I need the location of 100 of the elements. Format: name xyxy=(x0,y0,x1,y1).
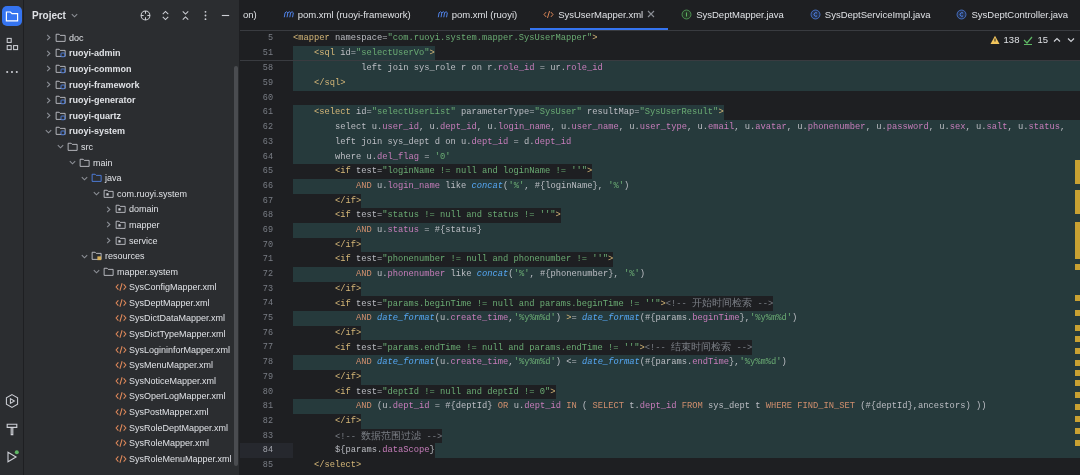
code-line: </sql> xyxy=(313,77,346,91)
code-line: <mapper namespace="com.ruoyi.system.mapper.SysUserMapper"> xyxy=(293,32,598,45)
tree-item[interactable]: mapper.system xyxy=(117,266,179,277)
chevron-down-icon[interactable] xyxy=(92,267,101,277)
editor-tab[interactable]: pom.xml (ruoyi) xyxy=(423,0,531,30)
locate-icon[interactable] xyxy=(140,9,151,21)
tree-item[interactable]: domain xyxy=(129,204,159,215)
xml-file-icon xyxy=(115,452,127,465)
resources-folder-icon xyxy=(91,250,103,263)
package-folder-icon xyxy=(115,234,127,247)
xml-file-icon xyxy=(115,281,127,294)
editor-tab[interactable]: on) xyxy=(240,0,270,30)
tree-item[interactable]: SysPostMapper.xml xyxy=(129,407,209,418)
tree-item[interactable]: resources xyxy=(105,251,145,262)
chevron-right-icon[interactable] xyxy=(44,111,53,121)
tree-item[interactable]: ruoyi-common xyxy=(69,64,132,74)
folder-icon xyxy=(67,140,79,153)
tree-item[interactable]: SysNoticeMapper.xml xyxy=(129,375,217,386)
chevron-right-icon[interactable] xyxy=(44,80,53,90)
warning-count[interactable]: 138 xyxy=(1003,34,1020,45)
class-icon xyxy=(956,8,968,20)
tree-item[interactable]: java xyxy=(105,173,122,184)
line-number: 69 xyxy=(261,223,274,237)
code-line: AND (u.dept_id = #{deptId} OR u.dept_id IN ( SELECT t.dept_id FROM sys_dept t WHERE FIND_IN_SET (#{deptId},ancestors) )) xyxy=(355,400,987,414)
chevron-down-icon[interactable] xyxy=(92,189,101,199)
collapse-all-icon[interactable] xyxy=(180,9,191,21)
xml-file-icon xyxy=(115,374,127,387)
tree-item[interactable]: SysLogininforMapper.xml xyxy=(129,344,231,355)
chevron-right-icon[interactable] xyxy=(104,236,113,245)
line-number: 73 xyxy=(261,282,274,296)
editor-tab[interactable]: SysDeptController.java xyxy=(943,0,1080,30)
line-number: 74 xyxy=(261,297,274,311)
scrollbar[interactable] xyxy=(234,66,238,466)
maven-icon xyxy=(436,8,448,20)
folder-icon xyxy=(79,156,91,169)
line-number: 75 xyxy=(261,312,274,326)
line-number: 67 xyxy=(261,194,274,208)
line-number: 85 xyxy=(261,458,274,472)
chevron-down-icon[interactable] xyxy=(68,158,77,168)
module-folder-icon xyxy=(55,78,67,91)
tree-item[interactable]: SysRoleMenuMapper.xml xyxy=(129,453,232,464)
line-number: 58 xyxy=(261,62,274,76)
folder-icon[interactable] xyxy=(1,6,22,26)
tree-item[interactable]: mapper xyxy=(129,219,160,230)
line-number: 68 xyxy=(261,209,274,223)
line-number: 72 xyxy=(261,268,274,281)
chevron-right-icon[interactable] xyxy=(104,220,113,230)
editor-tab[interactable]: SysDeptMapper.java xyxy=(668,0,797,30)
line-number: 77 xyxy=(261,341,274,355)
tree-item[interactable]: SysRoleDeptMapper.xml xyxy=(129,422,229,433)
tree-item[interactable]: ruoyi-framework xyxy=(69,79,140,90)
line-number: 79 xyxy=(261,370,274,384)
panel-title[interactable]: Project xyxy=(32,9,66,21)
folder-icon xyxy=(103,265,115,278)
editor-tab[interactable]: pom.xml (ruoyi-framework) xyxy=(269,0,424,30)
source-folder-icon xyxy=(91,172,103,185)
tree-item[interactable]: SysOperLogMapper.xml xyxy=(129,391,226,402)
tree-item[interactable]: doc xyxy=(69,32,84,43)
chevron-right-icon[interactable] xyxy=(44,33,53,43)
line-number: 78 xyxy=(261,356,274,370)
close-icon[interactable] xyxy=(647,10,656,18)
tree-item[interactable]: ruoyi-system xyxy=(69,126,126,137)
folder-icon xyxy=(55,31,67,44)
package-folder-icon xyxy=(103,187,115,200)
weak-warning-count[interactable]: 15 xyxy=(1037,34,1048,45)
tree-item[interactable]: SysDeptMapper.xml xyxy=(129,297,210,308)
chevron-right-icon[interactable] xyxy=(44,95,53,105)
tree-item[interactable]: SysMenuMapper.xml xyxy=(129,360,214,371)
tree-item[interactable]: main xyxy=(93,157,113,168)
code-line: AND u.phonenumber like concat('%', #{phonenumber}, '%') xyxy=(355,268,645,281)
code-line: where u.del_flag = '0' xyxy=(334,150,451,164)
module-folder-icon xyxy=(55,63,67,75)
tree-item[interactable]: SysConfigMapper.xml xyxy=(129,282,217,293)
xml-file-icon xyxy=(115,390,127,403)
expand-collapse-icon[interactable] xyxy=(160,9,171,21)
tree-item[interactable]: src xyxy=(81,141,93,152)
chevron-right-icon[interactable] xyxy=(44,64,53,74)
line-number: 66 xyxy=(261,179,274,193)
chevron-down-icon[interactable] xyxy=(56,142,65,152)
tree-item[interactable]: SysDictTypeMapper.xml xyxy=(129,329,226,340)
line-number: 64 xyxy=(261,150,274,164)
tree-item[interactable]: ruoyi-admin xyxy=(69,48,121,59)
line-number: 51 xyxy=(261,46,274,60)
line-number: 65 xyxy=(261,165,274,179)
chevron-right-icon[interactable] xyxy=(44,48,53,58)
editor-tab[interactable]: SysDeptServiceImpl.java xyxy=(796,0,944,30)
tree-item[interactable]: SysDictDataMapper.xml xyxy=(129,313,226,324)
line-number: 83 xyxy=(261,429,274,443)
tree-item[interactable]: SysRoleMapper.xml xyxy=(129,438,210,449)
line-number: 59 xyxy=(261,77,274,91)
tree-item[interactable]: com.ruoyi.system xyxy=(117,188,187,199)
editor-tab[interactable]: SysUserMapper.xml xyxy=(530,0,669,30)
tree-item[interactable]: ruoyi-quartz xyxy=(69,110,121,121)
tree-item[interactable]: service xyxy=(129,235,158,246)
line-number: 80 xyxy=(261,385,274,399)
line-number: 82 xyxy=(261,414,274,428)
tree-item[interactable]: ruoyi-generator xyxy=(69,95,136,106)
chevron-right-icon[interactable] xyxy=(104,204,113,214)
warning-icon[interactable] xyxy=(989,34,1000,45)
check-icon[interactable] xyxy=(1023,34,1034,45)
